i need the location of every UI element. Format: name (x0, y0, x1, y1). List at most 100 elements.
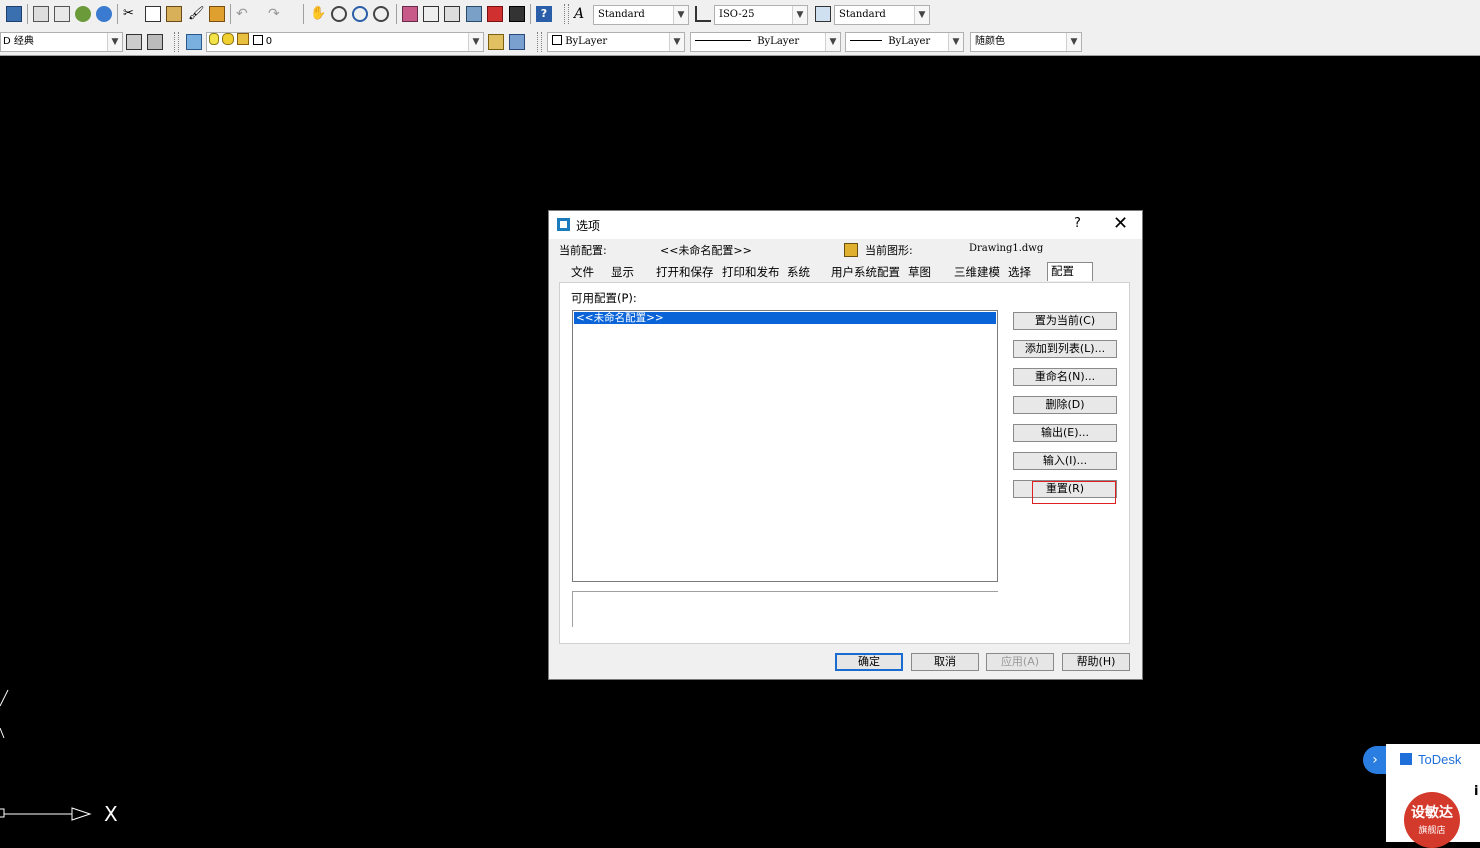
todesk-logo-icon (1400, 753, 1412, 765)
chevron-down-icon: ▼ (673, 6, 688, 24)
tab-user-preferences[interactable]: 用户系统配置 (831, 264, 900, 280)
zoom-window-icon[interactable] (352, 6, 368, 22)
tab-profiles[interactable]: 配置 (1047, 262, 1093, 281)
text-style-dropdown[interactable]: Standard ▼ (593, 5, 689, 25)
layer-dropdown[interactable]: 0 ▼ (206, 32, 484, 52)
close-icon[interactable]: ✕ (1113, 213, 1128, 234)
ok-button[interactable]: 确定 (835, 653, 903, 671)
current-profile-value: <<未命名配置>> (660, 244, 752, 257)
lineweight-sample (850, 40, 882, 41)
cancel-button[interactable]: 取消 (911, 653, 979, 671)
tab-display[interactable]: 显示 (611, 264, 634, 280)
export-button[interactable]: 输出(E)... (1013, 424, 1117, 442)
workspace-prefix: D (3, 36, 11, 47)
todesk-toggle-button[interactable]: › (1363, 746, 1387, 774)
markup-icon[interactable] (487, 6, 503, 22)
help-icon[interactable]: ? (1074, 216, 1081, 231)
layer-color-icon (252, 35, 263, 45)
tool-palettes-icon[interactable] (444, 6, 460, 22)
chevron-down-icon: ▼ (107, 33, 122, 51)
badge-main: 设敏达 (1411, 805, 1453, 821)
store-badge[interactable]: 设敏达 旗舰店 (1404, 792, 1460, 848)
chevron-down-icon: ▼ (669, 33, 684, 51)
toolbar-grip[interactable] (174, 32, 179, 52)
color-dropdown[interactable]: ByLayer ▼ (547, 32, 685, 52)
toolbar-separator (530, 4, 531, 24)
table-style-dropdown[interactable]: Standard ▼ (834, 5, 930, 25)
design-center-icon[interactable] (423, 6, 439, 22)
dim-style-dropdown[interactable]: ISO-25 ▼ (714, 5, 808, 25)
3d-dwf-icon[interactable] (96, 6, 112, 22)
save-icon[interactable] (6, 6, 22, 22)
help-button[interactable]: 帮助(H) (1062, 653, 1130, 671)
dialog-titlebar[interactable]: 选项 ? ✕ (549, 211, 1142, 239)
publish-icon[interactable] (75, 6, 91, 22)
workspace-dropdown[interactable]: D 经典 ▼ (0, 32, 123, 52)
customize-icon[interactable] (147, 34, 163, 50)
delete-button[interactable]: 删除(D) (1013, 396, 1117, 414)
undo-icon[interactable]: ↶ (236, 6, 252, 22)
chevron-down-icon: ▼ (792, 6, 807, 24)
block-editor-icon[interactable] (209, 6, 225, 22)
drawing-file-icon (844, 243, 858, 257)
profiles-listbox[interactable]: <<未命名配置>> (572, 310, 998, 582)
tab-files[interactable]: 文件 (571, 264, 594, 280)
reset-highlight-box (1032, 481, 1116, 504)
tab-drafting[interactable]: 草图 (908, 264, 931, 280)
redo-icon[interactable]: ↷ (268, 6, 284, 22)
profiles-panel: 可用配置(P): <<未命名配置>> 置为当前(C) 添加到列表(L)... 重… (559, 282, 1130, 644)
rename-button[interactable]: 重命名(N)... (1013, 368, 1117, 386)
sheet-set-icon[interactable] (466, 6, 482, 22)
tab-plot-publish[interactable]: 打印和发布 (722, 264, 780, 280)
zoom-previous-icon[interactable] (373, 6, 389, 22)
dim-style-icon[interactable] (695, 6, 711, 22)
import-button[interactable]: 输入(I)... (1013, 452, 1117, 470)
apply-button[interactable]: 应用(A) (986, 653, 1054, 671)
layers-toolbar: D 经典 ▼ 0 ▼ ByLayer ▼ ByLayer ▼ ByLayer ▼ … (0, 29, 1480, 56)
print-preview-icon[interactable] (54, 6, 70, 22)
table-style-icon[interactable] (815, 6, 831, 22)
pan-icon[interactable]: ✋ (310, 6, 326, 22)
tab-3d-modeling[interactable]: 三维建模 (954, 264, 1000, 280)
dialog-title: 选项 (576, 219, 601, 233)
print-icon[interactable] (33, 6, 49, 22)
calculator-icon[interactable] (509, 6, 525, 22)
toolbar-separator (396, 4, 397, 24)
toolbar-grip[interactable] (564, 4, 569, 24)
lineweight-dropdown[interactable]: ByLayer ▼ (845, 32, 964, 52)
tab-system[interactable]: 系统 (787, 264, 810, 280)
color-swatch (552, 35, 562, 45)
dim-style-value: ISO-25 (719, 9, 755, 20)
linetype-dropdown[interactable]: ByLayer ▼ (690, 32, 841, 52)
paste-icon[interactable] (166, 6, 182, 22)
plot-style-dropdown[interactable]: 随颜色 ▼ (970, 32, 1082, 52)
properties-icon[interactable] (402, 6, 418, 22)
workspace-value: 经典 (13, 36, 34, 47)
chevron-down-icon: ▼ (914, 6, 929, 24)
match-properties-icon[interactable]: 🖌 (188, 6, 205, 22)
options-dialog: 选项 ? ✕ 当前配置: <<未命名配置>> 当前图形: Drawing1.dw… (548, 210, 1143, 680)
plot-style-value: 随颜色 (975, 36, 1005, 47)
current-drawing-label: 当前图形: (865, 244, 913, 257)
make-current-layer-icon[interactable] (488, 34, 504, 50)
tab-selection[interactable]: 选择 (1008, 264, 1031, 280)
linetype-value: ByLayer (757, 36, 800, 47)
copy-icon[interactable] (145, 6, 161, 22)
cut-icon[interactable]: ✂ (123, 6, 139, 22)
help-icon[interactable]: ? (536, 6, 552, 22)
app-icon (557, 218, 570, 231)
layer-properties-icon[interactable] (186, 34, 202, 50)
toolbar-grip[interactable] (537, 32, 542, 52)
tab-open-save[interactable]: 打开和保存 (656, 264, 714, 280)
workspace-settings-icon[interactable] (126, 34, 142, 50)
set-current-button[interactable]: 置为当前(C) (1013, 312, 1117, 330)
layer-thaw-icon (222, 33, 235, 45)
list-item[interactable]: <<未命名配置>> (574, 312, 996, 324)
text-style-icon[interactable]: A (574, 6, 590, 22)
zoom-realtime-icon[interactable] (331, 6, 347, 22)
color-value: ByLayer (565, 36, 608, 47)
layer-previous-icon[interactable] (509, 34, 525, 50)
add-to-list-button[interactable]: 添加到列表(L)... (1013, 340, 1117, 358)
options-tabs: 文件 显示 打开和保存 打印和发布 系统 用户系统配置 草图 三维建模 选择 配… (559, 262, 1131, 282)
current-drawing-value: Drawing1.dwg (969, 243, 1044, 254)
